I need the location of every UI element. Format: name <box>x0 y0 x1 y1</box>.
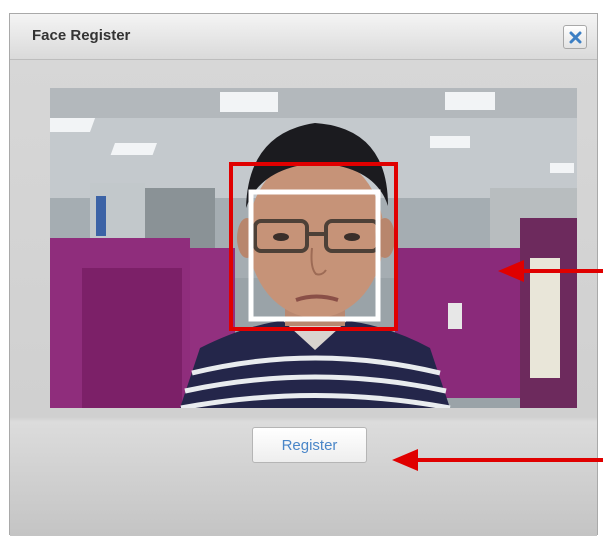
close-x-icon <box>569 31 582 44</box>
dialog-titlebar: Face Register <box>10 14 597 60</box>
dialog-title: Face Register <box>32 27 131 44</box>
close-button[interactable] <box>563 25 587 49</box>
register-button[interactable]: Register <box>252 427 367 463</box>
arrow-left-icon <box>498 260 603 282</box>
arrow-left-icon <box>392 449 603 471</box>
camera-image <box>50 88 577 408</box>
camera-preview <box>50 88 577 408</box>
